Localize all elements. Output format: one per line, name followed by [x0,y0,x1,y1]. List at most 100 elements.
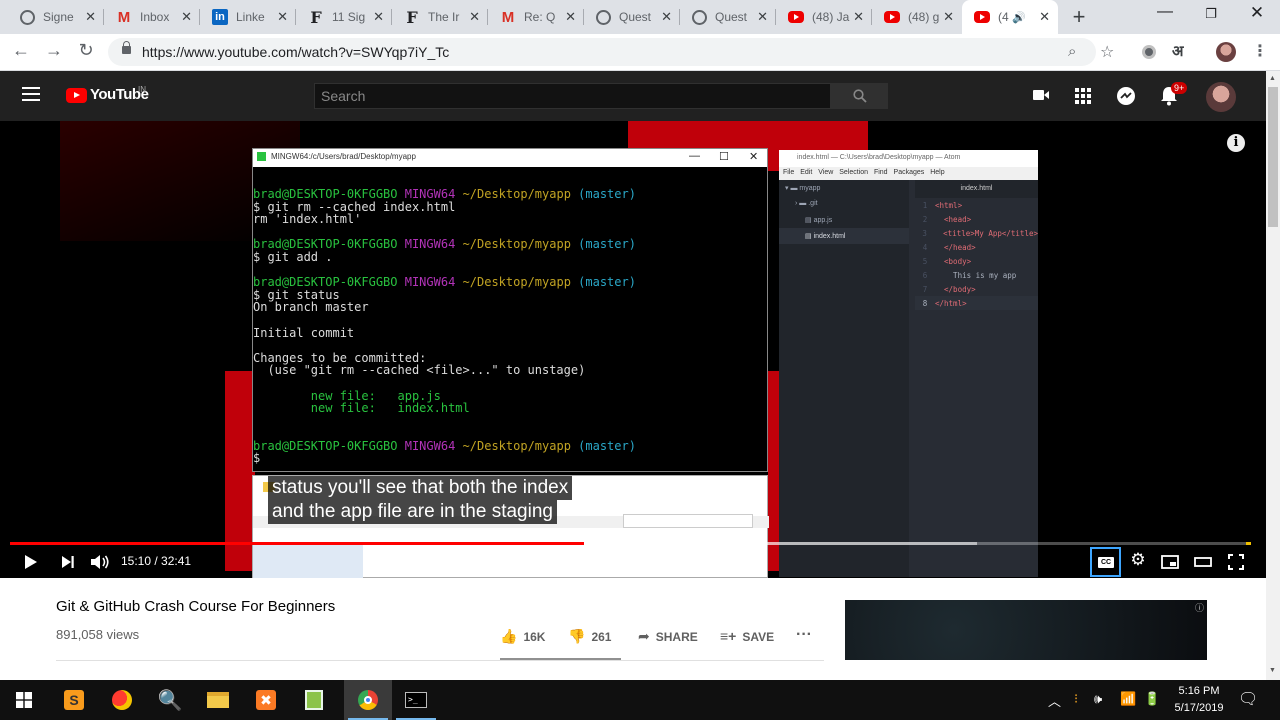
sidebar-ad-banner[interactable] [845,600,1207,660]
messages-icon[interactable] [1115,85,1137,107]
bookmark-star-icon[interactable]: ☆ [1100,42,1114,62]
close-icon[interactable]: ✕ [943,9,954,25]
language-icon[interactable]: अ [1172,41,1183,61]
forward-button[interactable]: → [42,40,66,61]
close-icon[interactable]: ✕ [277,9,288,25]
close-window-button[interactable]: ✕ [1242,3,1272,23]
system-clock[interactable]: 5:16 PM 5/17/2019 [1170,683,1228,717]
progress-played [10,542,584,545]
taskbar-app-notepad[interactable] [290,680,338,720]
browser-tab-active[interactable]: (4 🔊 ✕ [962,0,1058,34]
taskbar-app-sublime[interactable]: S [50,680,98,720]
share-label: SHARE [655,630,698,644]
close-icon[interactable]: ✕ [373,9,384,25]
browser-tab[interactable]: M Inbox ✕ [104,0,200,34]
close-icon[interactable]: ✕ [757,9,768,25]
close-icon[interactable]: ✕ [85,9,96,25]
page-scrollbar[interactable]: ▲ ▼ [1266,71,1280,680]
progress-bar[interactable] [10,542,1250,545]
browser-tab[interactable]: Quest ✕ [584,0,680,34]
more-actions-icon[interactable]: ··· [796,626,812,644]
tab-title: Signe [43,10,74,24]
subtitles-button[interactable]: CC [1090,547,1121,577]
new-tab-button[interactable]: + [1068,4,1090,30]
close-icon[interactable]: ✕ [469,9,480,25]
close-icon[interactable]: ✕ [565,9,576,25]
gmail-icon: M [117,8,131,26]
close-icon[interactable]: ✕ [1039,9,1050,25]
code-line: </head> [935,242,976,252]
browser-tab[interactable]: in Linke ✕ [200,0,296,34]
play-button[interactable] [18,551,44,574]
create-video-icon[interactable] [1030,85,1052,107]
reload-button[interactable]: ↻ [74,40,98,61]
minimize-button[interactable]: — [1150,3,1180,21]
volume-button[interactable] [87,551,113,574]
xampp-icon: ✖ [256,690,276,710]
taskbar-app-chrome[interactable] [344,680,392,720]
globe-icon [596,9,611,25]
wifi-icon[interactable]: 📶 [1120,691,1136,707]
caption-line-1: status you'll see that both the index [268,476,573,500]
f-icon: F [406,7,418,27]
like-button[interactable]: 👍 16K [500,628,545,645]
code-line: <body> [935,256,972,266]
clock-time: 5:16 PM [1178,685,1220,697]
browser-tab[interactable]: F 11 Sig ✕ [296,0,392,34]
video-player[interactable]: MINGW64:/c/Users/brad/Desktop/myapp — ☐ … [0,121,1266,578]
dislike-button[interactable]: 👎 261 [568,628,611,645]
action-center-icon[interactable]: 🗨 [1238,689,1258,709]
taskbar-app-fruits[interactable] [98,680,146,720]
close-icon[interactable]: ✕ [661,9,672,25]
scrollbar-thumb[interactable] [1268,87,1278,227]
view-count: 891,058 views [56,627,140,642]
taskbar-app-xampp[interactable]: ✖ [242,680,290,720]
taskbar-app-terminal[interactable]: >_ [392,680,440,720]
zoom-icon[interactable]: ⌕ [1068,43,1076,60]
browser-tab[interactable]: F The Ir ✕ [392,0,488,34]
taskbar-app-explorer[interactable] [194,680,242,720]
theater-mode-button[interactable] [1190,551,1216,572]
search-button[interactable] [831,83,888,109]
back-button[interactable]: ← [9,40,33,61]
start-button[interactable] [0,680,48,720]
settings-gear-icon[interactable]: ⚙ [1125,550,1151,570]
battery-icon[interactable]: 🔋 [1144,691,1160,707]
share-button[interactable]: ➦ SHARE [638,628,698,645]
youtube-logo-icon[interactable] [66,88,87,103]
close-icon[interactable]: ✕ [181,9,192,25]
account-avatar[interactable] [1206,82,1236,112]
url-text[interactable]: https://www.youtube.com/watch?v=SWYqp7iY… [142,44,449,60]
audio-playing-icon[interactable]: 🔊 [1012,11,1026,24]
browser-tab[interactable]: Quest ✕ [680,0,776,34]
search-input[interactable]: Search [314,83,831,109]
browser-toolbar: ← → ↻ https://www.youtube.com/watch?v=SW… [0,34,1280,71]
browser-tab[interactable]: M Re: Q ✕ [488,0,584,34]
save-button[interactable]: ≡+ SAVE [720,628,774,644]
hamburger-menu-icon[interactable] [22,87,40,101]
fullscreen-button[interactable] [1223,551,1249,574]
volume-tray-icon[interactable]: 🕪 [1094,691,1102,707]
ad-info-icon[interactable]: ⓘ [1195,601,1204,614]
terminal-minimize-icon: — [689,150,700,162]
youtube-icon [974,11,990,23]
tray-overflow-icon[interactable]: ︿ [1048,691,1061,710]
tree-folder: ▾ ▬ myapp [785,185,821,192]
miniplayer-button[interactable] [1157,551,1183,573]
atom-editor-pane: index.html 1 <html> 2 <head> 3 <title>My … [915,180,1038,577]
menu-dots-icon[interactable]: ⋮ [1252,41,1268,61]
close-icon[interactable]: ✕ [853,9,864,25]
browser-tab[interactable]: (48) g ✕ [872,0,962,34]
browser-tab[interactable]: Signe ✕ [8,0,104,34]
profile-avatar[interactable] [1216,42,1236,62]
taskbar-app-search[interactable]: 🔍 [146,680,194,720]
apps-grid-icon[interactable] [1072,85,1094,107]
next-button[interactable] [55,551,81,573]
restore-button[interactable]: ❐ [1196,6,1226,22]
browser-tab[interactable]: (48) Ja ✕ [776,0,872,34]
lock-icon[interactable] [122,41,131,54]
address-bar[interactable]: https://www.youtube.com/watch?v=SWYqp7iY… [108,38,1096,66]
info-icon[interactable]: i [1227,134,1245,152]
extension-icon[interactable] [1142,45,1156,59]
tray-app-icon[interactable]: ⁝ [1074,691,1078,707]
